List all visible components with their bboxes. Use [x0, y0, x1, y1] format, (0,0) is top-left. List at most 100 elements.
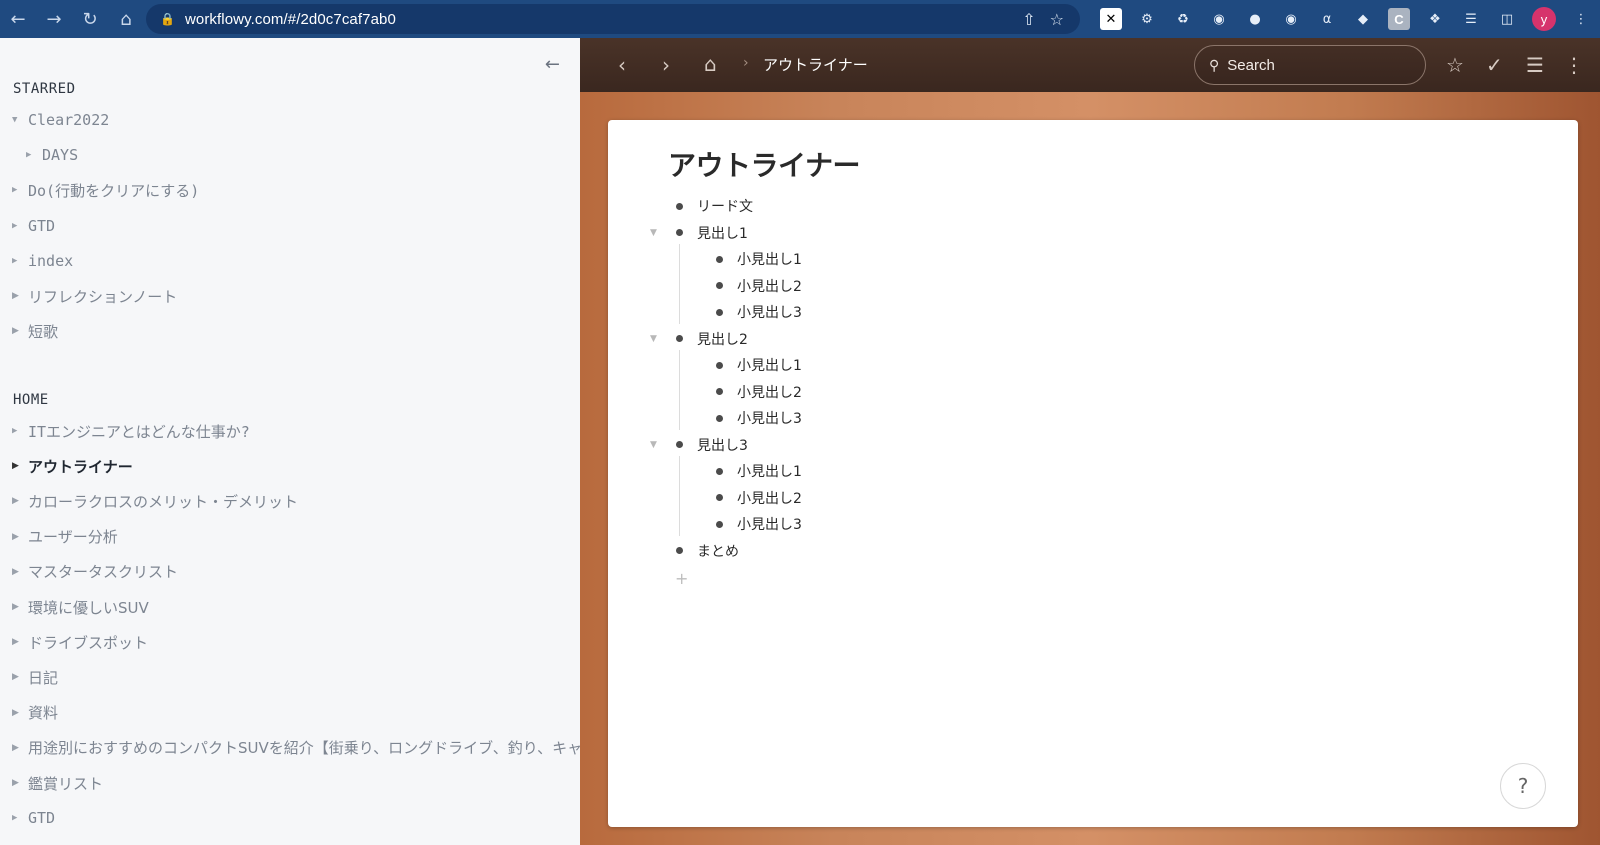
bullet-icon[interactable] [716, 520, 723, 528]
breadcrumb-current[interactable]: アウトライナー [763, 54, 868, 75]
camera-extension-icon[interactable]: ◉ [1208, 8, 1230, 30]
collapse-caret-icon[interactable]: ▼ [650, 334, 657, 344]
sidebar-item[interactable]: ▶ ユーザー分析 [12, 526, 118, 548]
amazon-extension-icon[interactable]: α [1316, 8, 1338, 30]
expand-triangle-right-icon[interactable]: ▶ [12, 778, 28, 788]
profile-avatar[interactable]: y [1532, 7, 1556, 31]
address-bar[interactable]: 🔒 workflowy.com/#/2d0c7caf7ab0 ⇧ ☆ [146, 4, 1080, 34]
expand-triangle-right-icon[interactable]: ▶ [12, 426, 28, 436]
back-arrow-icon[interactable]: ← [0, 0, 36, 38]
outline-child-label[interactable]: 小見出し1 [737, 461, 802, 481]
reading-list-icon[interactable]: ☰ [1460, 8, 1482, 30]
expand-triangle-right-icon[interactable]: ▶ [12, 672, 28, 682]
expand-triangle-right-icon[interactable]: ▶ [12, 496, 28, 506]
sidebar-item[interactable]: ▶ カローラクロスのメリット・デメリット [12, 490, 298, 512]
expand-triangle-right-icon[interactable]: ▶ [12, 637, 28, 647]
bookmark-star-icon[interactable]: ☆ [1050, 10, 1064, 29]
back-chevron-icon[interactable]: ‹ [618, 53, 626, 77]
outline-item-label[interactable]: 見出し3 [697, 435, 748, 455]
sidebar-item[interactable]: ▶ GTD [12, 807, 55, 829]
outline-item[interactable]: ▼ 見出し1 [650, 222, 748, 244]
star-icon[interactable]: ☆ [1446, 53, 1464, 77]
sidebar-item[interactable]: ▶ GTD [12, 215, 55, 237]
outline-item[interactable]: ▼ 見出し3 [650, 434, 748, 456]
gem-extension-icon[interactable]: ◆ [1352, 8, 1374, 30]
outline-child-item[interactable]: 小見出し2 [716, 275, 802, 297]
recycle-extension-icon[interactable]: ♻ [1172, 8, 1194, 30]
bullet-icon[interactable] [716, 255, 723, 263]
sidebar-item[interactable]: ▶ ITエンジニアとはどんな仕事か? [12, 420, 250, 442]
shell-extension-icon[interactable]: ◉ [1280, 8, 1302, 30]
outline-item-label[interactable]: 見出し1 [697, 223, 748, 243]
outline-child-item[interactable]: 小見出し3 [716, 407, 802, 429]
expand-triangle-right-icon[interactable]: ▶ [12, 461, 28, 471]
list-view-icon[interactable]: ☰ [1526, 53, 1544, 77]
checkmark-icon[interactable]: ✓ [1486, 53, 1503, 77]
sidebar-item[interactable]: ▶ マスタータスクリスト [12, 561, 178, 583]
sidebar-item[interactable]: ▶ Do(行動をクリアにする) [12, 179, 199, 201]
reload-icon[interactable]: ↻ [72, 0, 108, 38]
outline-child-item[interactable]: 小見出し1 [716, 460, 802, 482]
help-button[interactable]: ? [1500, 763, 1546, 809]
outline-child-label[interactable]: 小見出し2 [737, 382, 802, 402]
sidebar-item[interactable]: ▶ index [12, 250, 73, 272]
sidebar-item[interactable]: ▶ 資料 [12, 702, 58, 724]
outline-child-label[interactable]: 小見出し3 [737, 514, 802, 534]
outline-item[interactable]: リード文 [676, 195, 753, 217]
expand-triangle-right-icon[interactable]: ▶ [12, 813, 28, 823]
expand-triangle-right-icon[interactable]: ▶ [12, 221, 28, 231]
bullet-icon[interactable] [676, 547, 683, 554]
collapse-caret-icon[interactable]: ▼ [650, 440, 657, 450]
expand-triangle-right-icon[interactable]: ▶ [12, 602, 28, 612]
expand-triangle-down-icon[interactable]: ▼ [12, 115, 28, 125]
c-extension-icon[interactable]: C [1388, 8, 1410, 30]
bullet-icon[interactable] [676, 202, 683, 210]
off-extension-icon[interactable]: ⚙ [1136, 8, 1158, 30]
sidebar-item[interactable]: ▶ 日記 [12, 666, 58, 688]
expand-triangle-right-icon[interactable]: ▶ [26, 150, 42, 160]
search-box[interactable]: ⚲ [1194, 45, 1426, 85]
bullet-icon[interactable] [716, 361, 723, 369]
more-menu-icon[interactable]: ⋮ [1564, 53, 1584, 77]
puzzle-extension-icon[interactable]: ❖ [1424, 8, 1446, 30]
expand-triangle-right-icon[interactable]: ▶ [12, 743, 28, 753]
bullet-icon[interactable] [716, 388, 723, 395]
outline-item-label[interactable]: リード文 [697, 196, 753, 216]
blue-extension-icon[interactable]: ● [1244, 8, 1266, 30]
outline-child-label[interactable]: 小見出し3 [737, 302, 802, 322]
sidebar-item[interactable]: ▶ 短歌 [12, 320, 58, 342]
bullet-icon[interactable] [716, 414, 723, 422]
expand-triangle-right-icon[interactable]: ▶ [12, 291, 28, 301]
bullet-icon[interactable] [716, 467, 723, 475]
sidebar-item[interactable]: ▼ Clear2022 [12, 109, 109, 131]
bullet-icon[interactable] [676, 229, 683, 236]
sidebar-item[interactable]: ▶ 鑑賞リスト [12, 772, 103, 794]
sidebar-item[interactable]: ▶ ドライブスポット [12, 631, 148, 653]
add-item-plus-icon[interactable]: + [675, 569, 688, 588]
bullet-icon[interactable] [676, 441, 683, 448]
sidebar-item[interactable]: ▶ アウトライナー [12, 455, 133, 477]
expand-triangle-right-icon[interactable]: ▶ [12, 326, 28, 336]
bullet-icon[interactable] [716, 282, 723, 289]
document-title[interactable]: アウトライナー [668, 144, 860, 184]
bullet-icon[interactable] [716, 308, 723, 316]
outline-child-label[interactable]: 小見出し3 [737, 408, 802, 428]
share-icon[interactable]: ⇧ [1022, 10, 1035, 29]
bullet-icon[interactable] [716, 494, 723, 501]
expand-triangle-right-icon[interactable]: ▶ [12, 708, 28, 718]
bullet-icon[interactable] [676, 335, 683, 342]
outline-child-label[interactable]: 小見出し2 [737, 488, 802, 508]
sidebar-item[interactable]: ▶ 環境に優しいSUV [12, 596, 149, 618]
outline-item-label[interactable]: まとめ [697, 541, 739, 561]
home-icon[interactable]: ⌂ [704, 52, 717, 76]
expand-triangle-right-icon[interactable]: ▶ [12, 256, 28, 266]
outline-child-item[interactable]: 小見出し2 [716, 381, 802, 403]
forward-arrow-icon[interactable]: → [36, 0, 72, 38]
search-input[interactable] [1227, 56, 1398, 74]
x-extension-icon[interactable]: ✕ [1100, 8, 1122, 30]
sidebar-item[interactable]: ▶ リフレクションノート [12, 285, 177, 307]
outline-child-item[interactable]: 小見出し3 [716, 301, 802, 323]
outline-child-item[interactable]: 小見出し1 [716, 248, 802, 270]
sidebar-item[interactable]: ▶ DAYS [26, 144, 78, 166]
outline-child-label[interactable]: 小見出し2 [737, 276, 802, 296]
